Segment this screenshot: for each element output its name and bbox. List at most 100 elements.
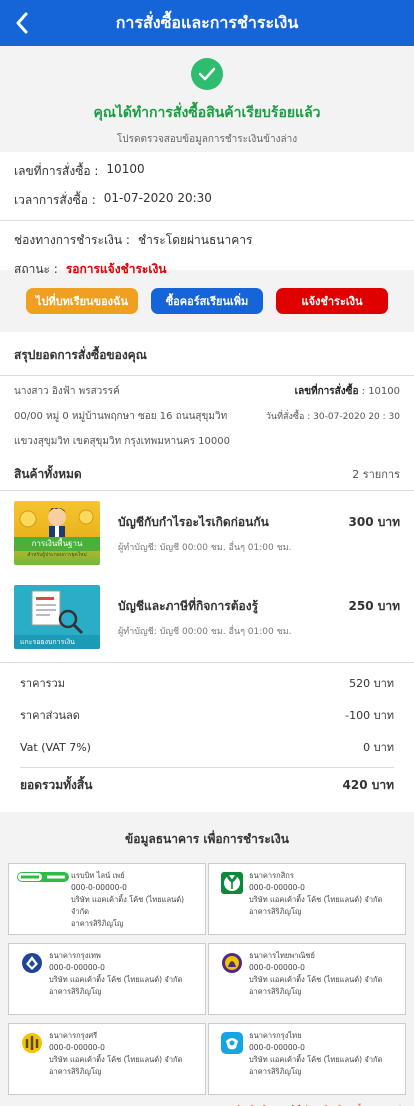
bbl-logo-icon [15, 950, 49, 1008]
bank-details: ธนาคารไทยพาณิชย์ 000-0-00000-0 บริษัท แอ… [249, 950, 399, 1008]
check-circle-icon [191, 58, 223, 90]
bank-details: ธนาคารกรุงไทย 000-0-00000-0 บริษัท แอคเค… [249, 1030, 399, 1088]
bank-branch: อาคารสิริภิญโญ [71, 919, 124, 928]
bank-company: บริษัท แอคเค้าติ้ง โค้ช (ไทยแลนด์) จำกัด [49, 975, 183, 984]
bank-branch: อาคารสิริภิญโญ [249, 1067, 302, 1076]
product-name-row: บัญชีกับกำไรอะไรเกิดก่อนกัน 300 บาท [118, 513, 400, 532]
address-line-2: แขวงสุขุมวิท เขตสุขุมวิท กรุงเทพมหานคร 1… [14, 436, 230, 447]
subtotal-label: ราคารวม [20, 677, 65, 690]
bank-card: ธนาคารไทยพาณิชย์ 000-0-00000-0 บริษัท แอ… [208, 943, 406, 1015]
bank-branch: อาคารสิริภิญโญ [49, 1067, 102, 1076]
customer-row: นางสาว อิงฟ้า พรสวรรค์ เลขที่การสั่งซื้อ… [14, 376, 400, 399]
bank-company: บริษัท แอคเค้าติ้ง โค้ช (ไทยแลนด์) จำกัด [49, 1055, 183, 1064]
order-number-summary: เลขที่การสั่งซื้อ : 10100 [295, 384, 400, 399]
bank-name: แรบบิท ไลน์ เพย์ [71, 871, 125, 880]
product-name-row: บัญชีและภาษีที่กิจการต้องรู้ 250 บาท [118, 597, 400, 616]
discount-value: -100 บาท [345, 709, 394, 722]
order-time-row: เวลาการสั่งซื้อ : 01-07-2020 20:30 [14, 181, 400, 210]
thumbnail-caption: แกะรอยงบการเงิน [14, 635, 100, 649]
address-line-1: 00/00 หมู่ 0 หมู่บ้านพฤกษา ซอย 16 ถนนสุข… [14, 411, 228, 422]
chevron-left-icon [16, 12, 28, 34]
bank-account: 000-0-00000-0 [249, 883, 305, 892]
totals-section: ราคารวม 520 บาท ราคาส่วนลด -100 บาท Vat … [0, 663, 414, 812]
bank-name: ธนาคารกสิกร [249, 871, 294, 880]
page-title: การสั่งซื้อและการชำระเงิน [115, 12, 299, 32]
summary-title: สรุปยอดการสั่งซื้อของคุณ [14, 348, 147, 362]
bank-branch: อาคารสิริภิญโญ [49, 987, 102, 996]
bank-details: แรบบิท ไลน์ เพย์ 000-0-00000-0 บริษัท แอ… [71, 870, 199, 928]
bank-card: ธนาคารกรุงเทพ 000-0-00000-0 บริษัท แอคเค… [8, 943, 206, 1015]
bank-company: บริษัท แอคเค้าติ้ง โค้ช (ไทยแลนด์) จำกัด [249, 1055, 383, 1064]
app-header: การสั่งซื้อและการชำระเงิน [0, 0, 414, 46]
product-thumbnail: การเงินพื้นฐาน สำหรับผู้ประกอบการยุคใหม่ [14, 501, 100, 565]
rabbit-linepay-logo-icon [15, 870, 71, 928]
payment-note: *ชำระเงินแล้ว กรุณาแจ้งยืนยันการชำระเงิน… [8, 1095, 406, 1106]
discount-label: ราคาส่วนลด [20, 709, 80, 722]
bank-account: 000-0-00000-0 [71, 883, 127, 892]
product-name: บัญชีกับกำไรอะไรเกิดก่อนกัน [118, 514, 269, 529]
bank-branch: อาคารสิริภิญโญ [249, 907, 302, 916]
back-button[interactable] [8, 8, 36, 38]
bank-branch: อาคารสิริภิญโญ [249, 987, 302, 996]
bank-details: ธนาคารกสิกร 000-0-00000-0 บริษัท แอคเค้า… [249, 870, 399, 928]
bank-info-section: ข้อมูลธนาคาร เพื่อการชำระเงิน แรบบิท ไลน… [0, 812, 414, 1106]
order-summary: สรุปยอดการสั่งซื้อของคุณ นางสาว อิงฟ้า พ… [0, 332, 414, 662]
bank-company: บริษัท แอคเค้าติ้ง โค้ช (ไทยแลนด์) จำกัด [71, 895, 185, 916]
product-thumbnail: แกะรอยงบการเงิน [14, 585, 100, 649]
success-message: คุณได้ทำการสั่งซื้อสินค้าเรียบร้อยแล้ว [93, 105, 321, 121]
bank-card: ธนาคารกรุงไทย 000-0-00000-0 บริษัท แอคเค… [208, 1023, 406, 1095]
success-banner: คุณได้ทำการสั่งซื้อสินค้าเรียบร้อยแล้ว โ… [0, 46, 414, 152]
payment-method-label: ช่องทางการชำระเงิน : [14, 233, 130, 247]
subtotal-row: ราคารวม 520 บาท [20, 667, 394, 699]
bank-info-title: ข้อมูลธนาคาร เพื่อการชำระเงิน [125, 832, 289, 846]
bank-name: ธนาคารไทยพาณิชย์ [249, 951, 315, 960]
items-title: สินค้าทั้งหมด [14, 467, 82, 481]
order-info-card: เลขที่การสั่งซื้อ : 10100 เวลาการสั่งซื้… [0, 152, 414, 276]
bank-card: ธนาคารกสิกร 000-0-00000-0 บริษัท แอคเค้า… [208, 863, 406, 935]
thumbnail-caption: การเงินพื้นฐาน [14, 537, 100, 551]
grand-total-label: ยอดรวมทั้งสิ้น [20, 777, 93, 792]
ktb-logo-icon [215, 1030, 249, 1088]
product-item[interactable]: การเงินพื้นฐาน สำหรับผู้ประกอบการยุคใหม่… [14, 491, 400, 575]
buy-more-courses-button[interactable]: ซื้อคอร์สเรียนเพิ่ม [151, 288, 263, 314]
action-buttons: ไปที่บทเรียนของฉัน ซื้อคอร์สเรียนเพิ่ม แ… [0, 270, 414, 332]
my-courses-button[interactable]: ไปที่บทเรียนของฉัน [26, 288, 138, 314]
bank-name: ธนาคารกรุงศรี [49, 1031, 98, 1040]
order-number-row: เลขที่การสั่งซื้อ : 10100 [14, 152, 400, 181]
bank-details: ธนาคารกรุงเทพ 000-0-00000-0 บริษัท แอคเค… [49, 950, 199, 1008]
product-description: ผู้ทำบัญชี: บัญชี 00:00 ชม. อื่นๆ 01:00 … [118, 542, 292, 553]
grand-total-row: ยอดรวมทั้งสิ้น 420 บาท [20, 768, 394, 802]
bank-card: ธนาคารกรุงศรี 000-0-00000-0 บริษัท แอคเค… [8, 1023, 206, 1095]
customer-name: นางสาว อิงฟ้า พรสวรรค์ [14, 386, 120, 397]
bank-account: 000-0-00000-0 [49, 963, 105, 972]
order-date: วันที่สั่งซื้อ : 30-07-2020 20 : 30 [265, 412, 400, 422]
bank-account: 000-0-00000-0 [249, 1043, 305, 1052]
bank-account: 000-0-00000-0 [49, 1043, 105, 1052]
items-header: สินค้าทั้งหมด 2 รายการ [14, 449, 400, 484]
order-number-value: 10100 [106, 162, 145, 176]
product-item[interactable]: แกะรอยงบการเงิน บัญชีและภาษีที่กิจการต้อ… [14, 575, 400, 659]
bank-details: ธนาคารกรุงศรี 000-0-00000-0 บริษัท แอคเค… [49, 1030, 199, 1088]
scb-logo-icon [215, 950, 249, 1008]
status-value: รอการแจ้งชำระเงิน [65, 262, 167, 276]
order-number-summary-value: : 10100 [361, 386, 400, 397]
bank-name: ธนาคารกรุงไทย [249, 1031, 302, 1040]
order-number-label: เลขที่การสั่งซื้อ : [14, 164, 99, 178]
grand-total-value: 420 บาท [342, 777, 395, 792]
status-label: สถานะ : [14, 262, 58, 276]
payment-method-value: ชำระโดยผ่านธนาคาร [137, 233, 253, 247]
bank-company: บริษัท แอคเค้าติ้ง โค้ช (ไทยแลนด์) จำกัด [249, 975, 383, 984]
order-time-label: เวลาการสั่งซื้อ : [14, 193, 96, 207]
product-info: บัญชีกับกำไรอะไรเกิดก่อนกัน 300 บาท ผู้ท… [100, 513, 400, 554]
subtotal-value: 520 บาท [349, 677, 394, 690]
vat-row: Vat (VAT 7%) 0 บาท [20, 731, 394, 763]
bank-account: 000-0-00000-0 [249, 963, 305, 972]
thumbnail-subcaption: สำหรับผู้ประกอบการยุคใหม่ [27, 552, 87, 558]
address-row: 00/00 หมู่ 0 หมู่บ้านพฤกษา ซอย 16 ถนนสุข… [14, 399, 400, 424]
kbank-logo-icon [215, 870, 249, 928]
order-number-summary-label: เลขที่การสั่งซื้อ [294, 386, 359, 397]
vat-label: Vat (VAT 7%) [20, 740, 91, 754]
product-name: บัญชีและภาษีที่กิจการต้องรู้ [118, 598, 259, 613]
notify-payment-button[interactable]: แจ้งชำระเงิน [276, 288, 388, 314]
bank-grid: แรบบิท ไลน์ เพย์ 000-0-00000-0 บริษัท แอ… [8, 863, 406, 1095]
